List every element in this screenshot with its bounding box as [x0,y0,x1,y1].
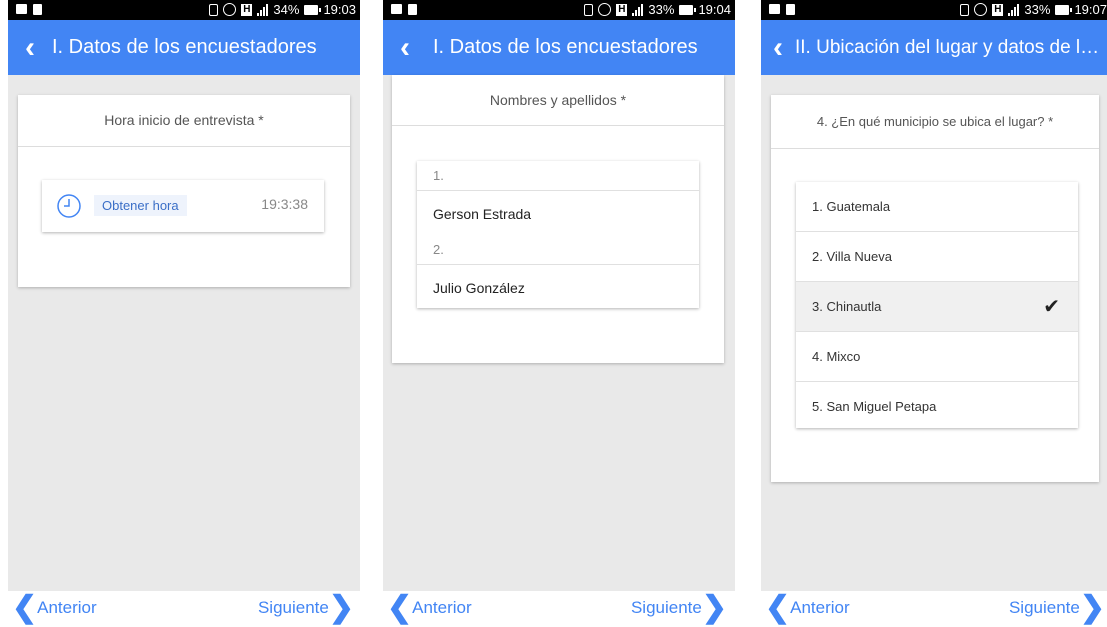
field-number-label: 1. [417,161,699,191]
back-arrow-icon[interactable]: ‹ [8,32,52,63]
option-label: 3. Chinautla [812,299,882,314]
battery-percent: 34% [273,2,300,17]
option-item[interactable]: 4. Mixco [796,332,1078,382]
signal-icon [632,3,644,16]
next-button[interactable]: Siguiente ❯ [257,591,354,624]
phone-screen-3: H 33% 19:07 ‹ II. Ubicación del lugar y … [761,0,1107,627]
notification-icon [16,4,27,14]
name-input[interactable]: Julio González [417,265,699,309]
clock-icon [57,194,81,218]
next-label: Siguiente [1008,598,1080,617]
page-title: I. Datos de los encuestadores [52,36,317,58]
next-label: Siguiente [630,598,702,617]
battery-percent: 33% [1024,2,1051,17]
checkmark-icon: ✔ [1043,296,1060,318]
chevron-left-icon: ❮ [765,591,791,624]
back-arrow-icon[interactable]: ‹ [761,32,795,63]
question-card: Hora inicio de entrevista * Obtener hora… [18,95,350,287]
battery-icon [304,4,322,15]
chevron-left-icon: ❮ [12,591,38,624]
footer-nav: ❮ Anterior Siguiente ❯ [761,591,1107,627]
chevron-left-icon: ❮ [387,591,413,624]
previous-button[interactable]: ❮ Anterior [12,591,97,624]
previous-label: Anterior [412,598,472,617]
question-card: 4. ¿En qué municipio se ubica el lugar? … [771,95,1099,482]
vibrate-icon [960,3,970,16]
phone-screen-2: H 33% 19:04 ‹ I. Datos de los encuestado… [383,0,735,627]
back-arrow-icon[interactable]: ‹ [383,32,427,63]
footer-nav: ❮ Anterior Siguiente ❯ [8,591,360,627]
option-label: 4. Mixco [812,349,861,364]
status-bar: H 33% 19:07 [761,0,1107,20]
network-h-icon: H [616,3,628,16]
phone-screen-1: H 34% 19:03 ‹ I. Datos de los encuestado… [8,0,360,627]
app-bar: ‹ I. Datos de los encuestadores [8,20,360,75]
option-item-selected[interactable]: 3. Chinautla ✔ [796,282,1078,332]
options-list: 1. Guatemala 2. Villa Nueva 3. Chinautla… [796,182,1078,428]
next-button[interactable]: Siguiente ❯ [1008,591,1105,624]
footer-nav: ❮ Anterior Siguiente ❯ [383,591,735,627]
page-title: II. Ubicación del lugar y datos de la... [795,36,1100,58]
chevron-right-icon: ❯ [701,591,727,624]
time-value: 19:3:38 [261,196,308,212]
option-label: 5. San Miguel Petapa [812,399,937,414]
notification-icon [786,4,795,15]
battery-icon [1055,4,1073,15]
previous-label: Anterior [37,598,97,617]
name-fields: 1. Gerson Estrada 2. Julio González [417,161,699,308]
option-label: 1. Guatemala [812,199,891,214]
signal-icon [1008,3,1020,16]
network-h-icon: H [241,3,253,16]
clock: 19:04 [698,2,731,17]
chevron-right-icon: ❯ [1079,591,1105,624]
get-time-button[interactable]: Obtener hora [94,195,187,216]
option-label: 2. Villa Nueva [812,249,892,264]
alarm-icon [974,3,988,16]
question-label: Hora inicio de entrevista * [18,95,350,147]
time-picker[interactable]: Obtener hora 19:3:38 [42,180,324,232]
question-label: 4. ¿En qué municipio se ubica el lugar? … [771,95,1099,149]
previous-label: Anterior [790,598,850,617]
question-card: Nombres y apellidos * 1. Gerson Estrada … [392,75,724,363]
option-item[interactable]: 1. Guatemala [796,182,1078,232]
vibrate-icon [209,3,219,16]
next-label: Siguiente [257,598,329,617]
clock: 19:03 [323,2,356,17]
signal-icon [257,3,269,16]
notification-icon [408,4,417,15]
network-h-icon: H [992,3,1004,16]
battery-icon [679,4,697,15]
next-button[interactable]: Siguiente ❯ [630,591,727,624]
option-item[interactable]: 2. Villa Nueva [796,232,1078,282]
status-bar: H 34% 19:03 [8,0,360,20]
clock: 19:07 [1074,2,1107,17]
previous-button[interactable]: ❮ Anterior [765,591,850,624]
app-bar: ‹ I. Datos de los encuestadores [383,20,735,75]
alarm-icon [223,3,237,16]
app-bar: ‹ II. Ubicación del lugar y datos de la.… [761,20,1107,75]
status-bar: H 33% 19:04 [383,0,735,20]
previous-button[interactable]: ❮ Anterior [387,591,472,624]
vibrate-icon [584,3,594,16]
field-number-label: 2. [417,235,699,265]
notification-icon [33,4,42,15]
battery-percent: 33% [648,2,675,17]
chevron-right-icon: ❯ [328,591,354,624]
alarm-icon [598,3,612,16]
notification-icon [769,4,780,14]
question-label: Nombres y apellidos * [392,75,724,126]
page-title: I. Datos de los encuestadores [433,36,698,58]
option-item[interactable]: 5. San Miguel Petapa [796,382,1078,431]
notification-icon [391,4,402,14]
name-input[interactable]: Gerson Estrada [417,191,699,235]
